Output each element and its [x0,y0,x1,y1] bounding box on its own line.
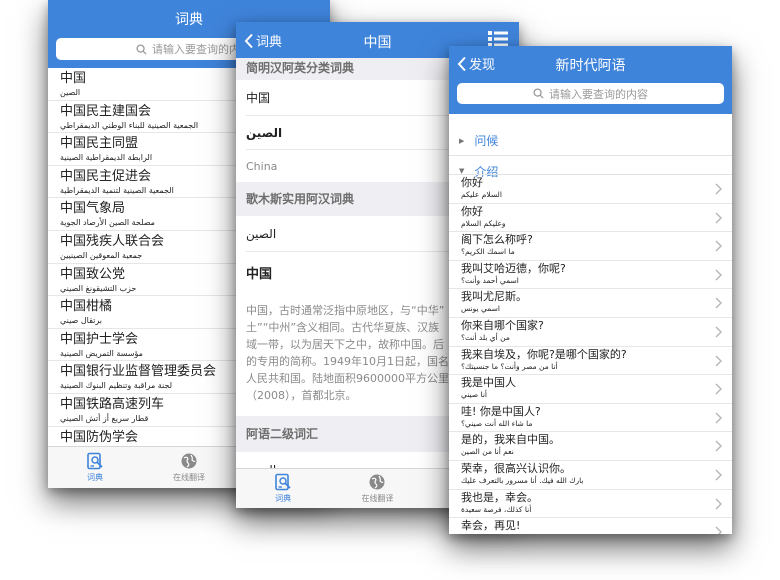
chevron-right-icon [715,183,722,195]
app-screenshots: 词典 请输入要查询的内容 中国 الصين 中国民主建国会 الجمعية الصين… [0,0,780,580]
phrase-list: 你好 السلام عليكم 你好 وعليكم السلام 阁下怎么称呼? ما ا… [449,174,732,534]
tab-label: 词典 [87,473,103,482]
list-item[interactable]: 我叫尤尼斯。 اسمي يونس [449,289,732,318]
search-icon [533,88,544,99]
tab-online-translate[interactable]: 在线翻译 [330,469,424,508]
list-item[interactable]: 我叫艾哈迈德，你呢? اسمي أحمد وأنت؟ [449,261,732,290]
item-chinese: 我来自埃及，你呢?是哪个国家的? [461,347,627,361]
item-arabic: اسمي أحمد وأنت؟ [461,275,519,285]
list-item[interactable]: 哇! 你是中国人? ما شاء الله أنت صيني؟ [449,404,732,433]
list-item[interactable]: 荣幸，很高兴认识你。 بارك الله فيك. أنا مسرور بالتع… [449,461,732,490]
chevron-right-icon [715,326,722,338]
list-item[interactable]: 我来自埃及，你呢?是哪个国家的? أنا من مصر وأنت؟ ما جنسي… [449,347,732,376]
item-chinese: 我叫尤尼斯。 [461,290,527,304]
chevron-right-icon [715,526,722,534]
category-label: 问候 [474,134,499,148]
item-arabic: أنا كذلك، فرصة سعيدة [461,504,532,514]
chevron-right-icon [715,498,722,510]
nav-bar: 发现 新时代阿语 请输入要查询的内容 [449,46,732,114]
category-greetings[interactable]: ▶ 问候 [449,126,732,156]
item-arabic: أنا من مصر وأنت؟ ما جنسيتك؟ [461,361,558,371]
item-chinese: 阁下怎么称呼? [461,233,533,247]
list-item[interactable]: 你好 وعليكم السلام [449,204,732,233]
search-placeholder: 请输入要查询的内容 [549,87,648,101]
item-chinese: 你来自哪个国家? [461,318,544,332]
item-chinese: 是的，我来自中国。 [461,433,560,447]
chevron-right-icon [715,240,722,252]
list-item[interactable]: 你好 السلام عليكم [449,175,732,204]
nav-title: 新时代阿语 [555,58,626,74]
item-chinese: 我是中国人 [461,376,516,390]
item-arabic: أنا صيني [461,390,487,400]
chevron-right-icon [715,355,722,367]
search-input[interactable]: 请输入要查询的内容 [457,83,724,104]
dictionary-icon [87,452,103,470]
item-arabic: اسمي يونس [461,304,500,314]
item-chinese: 我叫艾哈迈德，你呢? [461,261,566,275]
tab-label: 在线翻译 [361,494,394,503]
item-arabic: من أي بلد أنت؟ [461,332,510,342]
phrasebook-screen: 发现 新时代阿语 请输入要查询的内容 ▶ 问候 ▼ 介绍 你好 السلام عل… [449,46,732,534]
tab-label: 在线翻译 [173,473,205,482]
item-chinese: 哇! 你是中国人? [461,404,541,418]
item-chinese: 荣幸，很高兴认识你。 [461,461,571,475]
item-chinese: 幸会，再见! [461,519,521,533]
globe-icon [181,453,197,469]
item-arabic: نعم أنا من الصين [461,447,514,457]
item-arabic: وعليكم السلام [461,218,506,228]
item-chinese: 你好 [461,204,483,218]
chevron-right-icon [715,469,722,481]
chevron-right-icon [715,440,722,452]
item-chinese: 我也是，幸会。 [461,490,538,504]
tab-dictionary[interactable]: 词典 [48,447,142,488]
dictionary-icon [275,473,291,491]
item-arabic: بارك الله فيك. أنا مسرور بالتعرف عليك [461,475,584,485]
list-item[interactable]: 幸会，再见! [449,518,732,534]
search-icon [136,43,147,55]
item-arabic: السلام عليكم [461,190,502,199]
chevron-right-icon [715,383,722,395]
list-item[interactable]: 阁下怎么称呼? ما اسمك الكريم؟ [449,232,732,261]
tab-label: 词典 [275,494,292,503]
list-item[interactable]: 是的，我来自中国。 نعم أنا من الصين [449,432,732,461]
tab-dictionary[interactable]: 词典 [236,469,330,508]
globe-icon [369,474,385,490]
list-item[interactable]: 我是中国人 أنا صيني [449,375,732,404]
tab-online-translate[interactable]: 在线翻译 [142,447,236,488]
item-chinese: 你好 [461,176,483,189]
caret-right-icon: ▶ [459,136,465,145]
chevron-right-icon [715,269,722,281]
list-item[interactable]: 我也是，幸会。 أنا كذلك، فرصة سعيدة [449,490,732,519]
list-item[interactable]: 你来自哪个国家? من أي بلد أنت؟ [449,318,732,347]
item-arabic: ما شاء الله أنت صيني؟ [461,418,533,428]
chevron-right-icon [715,212,722,224]
chevron-right-icon [715,297,722,309]
chevron-right-icon [715,412,722,424]
item-arabic: ما اسمك الكريم؟ [461,247,515,257]
